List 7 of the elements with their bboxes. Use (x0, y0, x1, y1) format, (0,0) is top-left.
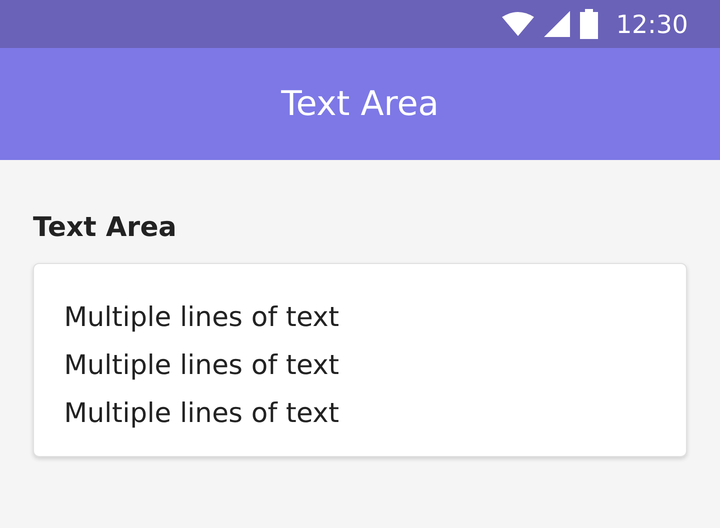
status-time: 12:30 (616, 10, 688, 38)
signal-icon (544, 11, 570, 37)
text-area-field[interactable]: Multiple lines of text Multiple lines of text Multiple lines of text (33, 263, 687, 457)
battery-icon (580, 9, 598, 39)
field-label: Text Area (33, 212, 178, 243)
wifi-icon (502, 12, 534, 36)
app-title: Text Area (281, 84, 439, 124)
